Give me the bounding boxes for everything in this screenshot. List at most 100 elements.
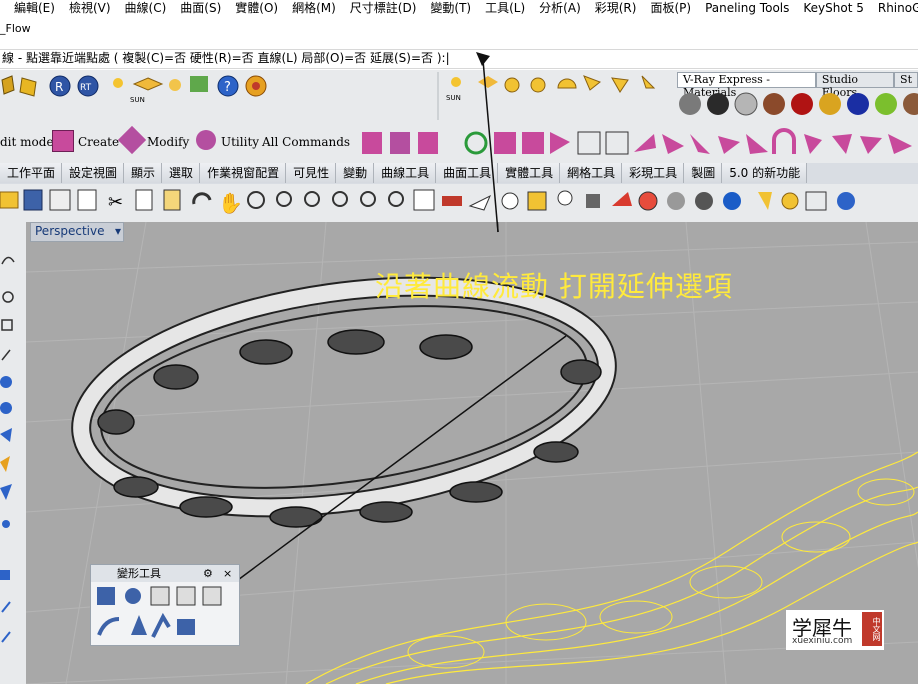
tab-set-view[interactable]: 設定視圖 bbox=[62, 163, 125, 183]
menu-keyshot[interactable]: KeyShot 5 bbox=[789, 0, 863, 18]
point-tool-icon[interactable] bbox=[2, 520, 10, 528]
mesh-tool-icon[interactable] bbox=[0, 428, 12, 442]
tab-display[interactable]: 顯示 bbox=[124, 163, 163, 183]
modify-button[interactable]: Modify bbox=[147, 135, 189, 149]
tab-st[interactable]: St bbox=[894, 72, 918, 88]
menu-view[interactable]: 檢視(V) bbox=[55, 0, 111, 18]
splop-tool-icon[interactable] bbox=[125, 588, 141, 604]
tab-new-in-v5[interactable]: 5.0 的新功能 bbox=[722, 163, 808, 183]
tab-select[interactable]: 選取 bbox=[162, 163, 201, 183]
render-icon[interactable] bbox=[723, 192, 741, 210]
command-prompt[interactable]: 線 - 點選靠近端點處 ( 複製(C)=否 硬性(R)=否 直線(L) 局部(O… bbox=[0, 49, 918, 69]
tab-mesh-tools[interactable]: 網格工具 bbox=[560, 163, 623, 183]
sweep-tool-icon[interactable] bbox=[1, 631, 11, 643]
menu-solid[interactable]: 實體(O) bbox=[221, 0, 278, 18]
tag-icon[interactable] bbox=[19, 77, 37, 97]
menu-transform[interactable]: 變動(T) bbox=[416, 0, 471, 18]
gear-icon[interactable]: ⚙ bbox=[203, 565, 213, 582]
cut-icon[interactable]: ✂ bbox=[108, 192, 123, 213]
move-tool-icon[interactable] bbox=[0, 484, 12, 500]
sphere-tool-icon[interactable] bbox=[0, 376, 12, 388]
sun-icon-2[interactable] bbox=[451, 77, 461, 87]
chamfer-icon[interactable] bbox=[888, 134, 912, 154]
dimension-tool-icon[interactable] bbox=[1, 601, 11, 613]
tab-solid-tools[interactable]: 實體工具 bbox=[498, 163, 561, 183]
taper-tool-icon[interactable] bbox=[131, 615, 147, 635]
menu-paneling-tools[interactable]: Paneling Tools bbox=[691, 0, 789, 18]
menu-curve[interactable]: 曲線(C) bbox=[111, 0, 167, 18]
undo-icon[interactable] bbox=[192, 192, 212, 205]
material-swatch-dark[interactable] bbox=[707, 93, 729, 115]
cube-icon[interactable] bbox=[522, 132, 544, 154]
tab-render-tools[interactable]: 彩現工具 bbox=[622, 163, 685, 183]
tab-studio-floors[interactable]: Studio Floors bbox=[815, 72, 895, 99]
bbox-icon[interactable] bbox=[577, 131, 601, 155]
circle-tool-icon[interactable] bbox=[2, 291, 14, 303]
viewport-title-tab[interactable]: Perspective ▾ bbox=[30, 222, 124, 242]
tab-transform[interactable]: 變動 bbox=[336, 163, 375, 183]
wedge-icon[interactable] bbox=[860, 136, 882, 154]
smash-tool-icon[interactable] bbox=[177, 619, 195, 635]
fill-light-icon[interactable] bbox=[611, 77, 629, 93]
color-wheel-icon[interactable] bbox=[638, 191, 658, 211]
tab-vray-materials[interactable]: V-Ray Express - Materials bbox=[677, 72, 816, 99]
osnap-icon[interactable] bbox=[501, 192, 519, 210]
stretch-tool-icon[interactable] bbox=[202, 586, 222, 606]
tab-viewport-layout[interactable]: 作業視窗配置 bbox=[200, 163, 287, 183]
zoom-icon[interactable] bbox=[276, 191, 292, 207]
all-commands-button[interactable]: All Commands bbox=[262, 135, 350, 149]
select-icon[interactable] bbox=[527, 191, 547, 211]
analyze-tool-icon[interactable] bbox=[0, 570, 10, 580]
material-swatch-brick[interactable] bbox=[763, 93, 785, 115]
arrow-light-icon[interactable] bbox=[641, 75, 656, 89]
save-icon[interactable] bbox=[23, 189, 43, 211]
rectangle-tool-icon[interactable] bbox=[1, 319, 13, 331]
twist-icon[interactable] bbox=[690, 134, 710, 154]
menu-dimension[interactable]: 尺寸標註(D) bbox=[336, 0, 417, 18]
tab-cplane[interactable]: 工作平面 bbox=[0, 163, 63, 183]
zoom-window-icon[interactable] bbox=[304, 191, 320, 207]
sphere-icon-2[interactable] bbox=[530, 77, 546, 93]
menu-tools[interactable]: 工具(L) bbox=[471, 0, 525, 18]
dim-icon[interactable] bbox=[805, 191, 827, 211]
tab-visibility[interactable]: 可見性 bbox=[286, 163, 337, 183]
light-plane-icon[interactable] bbox=[132, 77, 164, 91]
sphere-icon-1[interactable] bbox=[504, 77, 520, 93]
blend-icon[interactable] bbox=[662, 134, 684, 154]
wire-cube-icon[interactable] bbox=[605, 131, 629, 155]
menu-rhinogold[interactable]: RhinoGold bbox=[864, 0, 918, 18]
material-swatch-grey[interactable] bbox=[679, 93, 701, 115]
menu-analyze[interactable]: 分析(A) bbox=[525, 0, 581, 18]
car-icon[interactable] bbox=[442, 196, 462, 206]
bend-icon[interactable] bbox=[746, 134, 768, 154]
material-swatch-texture[interactable] bbox=[903, 93, 918, 115]
options-icon[interactable] bbox=[781, 192, 799, 210]
zoom-extents-icon[interactable] bbox=[332, 191, 348, 207]
material-swatch-blue[interactable] bbox=[847, 93, 869, 115]
tab-surface-tools[interactable]: 曲面工具 bbox=[436, 163, 499, 183]
shape-icon[interactable] bbox=[1, 75, 15, 95]
hemisphere-icon[interactable] bbox=[557, 78, 577, 89]
material-swatch-red[interactable] bbox=[791, 93, 813, 115]
sweep-icon[interactable] bbox=[634, 134, 656, 152]
grid-icon[interactable] bbox=[418, 132, 438, 154]
transform-tool-icon[interactable] bbox=[0, 456, 10, 472]
copy-icon[interactable] bbox=[135, 189, 153, 211]
render-preview-icon[interactable] bbox=[695, 192, 713, 210]
light-bulb-icon[interactable] bbox=[557, 190, 573, 206]
spotlight-icon[interactable] bbox=[583, 75, 601, 91]
rib-icon[interactable] bbox=[804, 134, 822, 154]
loft-icon[interactable] bbox=[390, 132, 410, 154]
power-icon[interactable] bbox=[464, 131, 488, 155]
material-icon[interactable] bbox=[667, 192, 685, 210]
flow-along-surface-icon[interactable] bbox=[176, 586, 196, 606]
undo-view-icon[interactable] bbox=[388, 191, 404, 207]
chevron-down-icon[interactable]: ▾ bbox=[115, 223, 121, 240]
pan-icon[interactable]: ✋ bbox=[218, 191, 243, 215]
twist-tool-icon[interactable] bbox=[97, 587, 115, 605]
sphere-light-icon[interactable] bbox=[169, 79, 181, 91]
cage-edit-icon[interactable] bbox=[150, 586, 170, 606]
cplane-icon[interactable] bbox=[468, 194, 491, 211]
solid-tool-icon[interactable] bbox=[0, 402, 12, 414]
sun-icon[interactable] bbox=[113, 78, 123, 88]
